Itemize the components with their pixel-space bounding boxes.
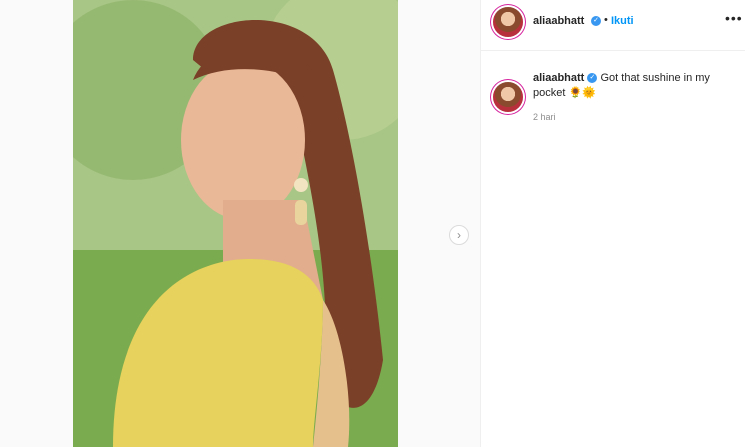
post-side-panel: aliaabhatt ✓ • Ikuti ••• aliaabhatt ✓ Go… <box>480 0 745 447</box>
next-image-button[interactable]: › <box>449 225 469 245</box>
avatar[interactable] <box>493 7 523 37</box>
separator-dot: • <box>604 14 608 26</box>
caption-avatar[interactable] <box>493 82 523 112</box>
verified-badge-icon: ✓ <box>591 16 601 26</box>
more-options-icon[interactable]: ••• <box>725 10 743 26</box>
caption-verified-icon: ✓ <box>587 73 598 84</box>
follow-button[interactable]: Ikuti <box>611 15 634 27</box>
post-image <box>73 0 398 447</box>
post-photo[interactable] <box>73 0 398 447</box>
caption: aliaabhatt ✓ Got that sushine in my pock… <box>533 71 723 101</box>
post-header: aliaabhatt ✓ • Ikuti ••• <box>481 0 745 51</box>
chevron-right-icon: › <box>457 228 461 242</box>
caption-username[interactable]: aliaabhatt <box>533 72 584 84</box>
post-timestamp: 2 hari <box>533 112 556 122</box>
username[interactable]: aliaabhatt <box>533 15 584 27</box>
